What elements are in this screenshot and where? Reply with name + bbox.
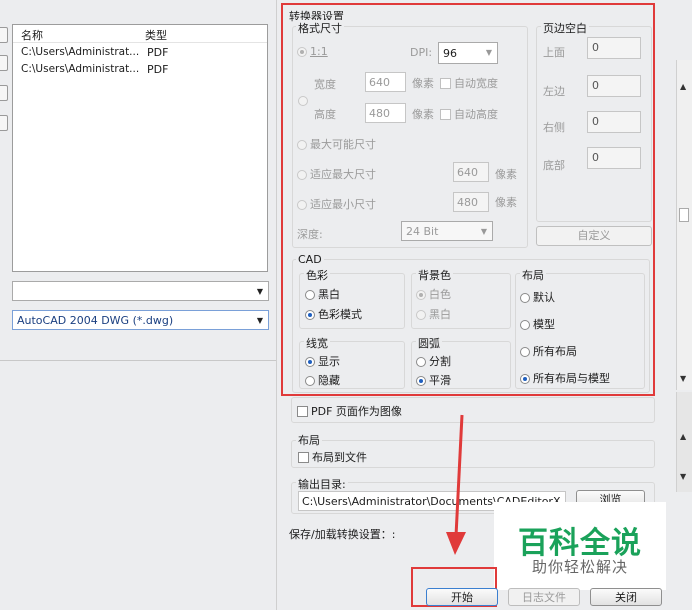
side-button-2[interactable] <box>0 55 8 71</box>
fit-min-option[interactable]: 适应最小尺寸 <box>297 196 376 212</box>
layout-all-option[interactable]: 所有布局 <box>520 343 577 359</box>
margin-right-label: 右侧 <box>543 121 565 134</box>
arc-split-option[interactable]: 分割 <box>416 353 451 369</box>
height-field[interactable]: 480 <box>365 103 406 123</box>
custom-button[interactable]: 自定义 <box>536 226 652 246</box>
vertical-divider <box>276 0 277 610</box>
bg-black-option[interactable]: 黑白 <box>416 306 451 322</box>
dpi-label: DPI: <box>410 46 433 59</box>
layout-section-title: 布局 <box>296 432 322 448</box>
side-button-4[interactable] <box>0 115 8 131</box>
scroll-down-icon[interactable]: ▼ <box>680 472 686 481</box>
bg-white-option[interactable]: 白色 <box>416 286 451 302</box>
output-format-value: AutoCAD 2004 DWG (*.dwg) <box>17 314 174 327</box>
depth-select[interactable]: 24 Bit ▼ <box>401 221 493 241</box>
color-mode-option[interactable]: 色彩模式 <box>305 306 362 322</box>
file-name: C:\Users\Administrat... <box>21 46 140 58</box>
dpi-select[interactable]: 96 ▼ <box>438 42 498 64</box>
depth-label: 深度: <box>297 228 323 241</box>
max-possible-option[interactable]: 最大可能尺寸 <box>297 136 376 152</box>
empty-select[interactable]: ▼ <box>12 281 269 301</box>
header-divider <box>13 42 267 43</box>
radio-icon <box>297 47 307 57</box>
custom-size-radio[interactable] <box>298 96 308 106</box>
chevron-down-icon: ▼ <box>480 227 487 236</box>
cad-title: CAD <box>296 253 324 266</box>
table-row[interactable]: C:\Users\Administrat... PDF <box>19 63 259 77</box>
background-scrollbar[interactable]: ▲ ▼ <box>676 60 692 390</box>
ratio-option[interactable]: 1:1 <box>297 45 328 58</box>
margin-bottom-field[interactable]: 0 <box>587 147 641 169</box>
layout-all-model-option[interactable]: 所有布局与模型 <box>520 370 610 386</box>
divider <box>0 360 277 361</box>
log-file-button[interactable]: 日志文件 <box>508 588 580 606</box>
scroll-thumb[interactable] <box>679 208 689 222</box>
fit-max-field[interactable]: 640 <box>453 162 489 182</box>
scroll-up-icon[interactable]: ▲ <box>680 82 686 91</box>
background-title: 背景色 <box>416 267 453 283</box>
fit-max-unit: 像素 <box>495 168 517 181</box>
background-scrollbar-2[interactable]: ▲ ▼ <box>676 392 692 492</box>
scroll-down-icon[interactable]: ▼ <box>680 374 686 383</box>
layout-default-option[interactable]: 默认 <box>520 289 555 305</box>
watermark-subtitle: 助你轻松解决 <box>531 558 628 576</box>
margin-top-field[interactable]: 0 <box>587 37 641 59</box>
format-size-title: 格式尺寸 <box>296 20 344 36</box>
fit-min-unit: 像素 <box>495 196 517 209</box>
pdf-as-image-checkbox[interactable]: PDF 页面作为图像 <box>297 403 402 419</box>
lineweight-title: 线宽 <box>304 335 330 351</box>
width-label: 宽度 <box>314 78 336 91</box>
lineweight-show-option[interactable]: 显示 <box>305 353 340 369</box>
arc-smooth-option[interactable]: 平滑 <box>416 372 451 388</box>
auto-height-checkbox[interactable]: 自动高度 <box>440 106 498 122</box>
arc-title: 圆弧 <box>416 335 442 351</box>
margin-bottom-label: 底部 <box>543 159 565 172</box>
output-format-select[interactable]: AutoCAD 2004 DWG (*.dwg) ▼ <box>12 310 269 330</box>
file-name: C:\Users\Administrat... <box>21 63 140 75</box>
start-button[interactable]: 开始 <box>426 588 498 606</box>
layout-to-file-checkbox[interactable]: 布局到文件 <box>298 449 367 465</box>
table-row[interactable]: C:\Users\Administrat... PDF <box>19 46 259 60</box>
layout-model-option[interactable]: 模型 <box>520 316 555 332</box>
column-header-name[interactable]: 名称 <box>21 27 43 43</box>
width-field[interactable]: 640 <box>365 72 406 92</box>
red-arrow <box>446 414 466 555</box>
close-button[interactable]: 关闭 <box>590 588 662 606</box>
fit-max-option[interactable]: 适应最大尺寸 <box>297 166 376 182</box>
height-label: 高度 <box>314 108 336 121</box>
file-list[interactable]: 名称 类型 C:\Users\Administrat... PDF C:\Use… <box>12 24 268 272</box>
width-unit: 像素 <box>412 77 434 90</box>
height-unit: 像素 <box>412 108 434 121</box>
chevron-down-icon: ▼ <box>256 316 263 325</box>
margins-title: 页边空白 <box>541 20 589 36</box>
color-title: 色彩 <box>304 267 330 283</box>
margin-left-label: 左边 <box>543 85 565 98</box>
margin-left-field[interactable]: 0 <box>587 75 641 97</box>
save-load-label: 保存/加载转换设置：: <box>289 528 396 541</box>
scroll-up-icon[interactable]: ▲ <box>680 432 686 441</box>
side-button-3[interactable] <box>0 85 8 101</box>
chevron-down-icon: ▼ <box>485 48 492 57</box>
margin-right-field[interactable]: 0 <box>587 111 641 133</box>
fit-min-field[interactable]: 480 <box>453 192 489 212</box>
lineweight-hide-option[interactable]: 隐藏 <box>305 372 340 388</box>
layout-title: 布局 <box>520 267 546 283</box>
column-header-type[interactable]: 类型 <box>145 27 167 43</box>
output-dir-label: 输出目录: <box>296 476 348 492</box>
color-bw-option[interactable]: 黑白 <box>305 286 340 302</box>
chevron-down-icon: ▼ <box>256 287 263 296</box>
file-type: PDF <box>147 63 169 76</box>
margin-top-label: 上面 <box>543 46 565 59</box>
auto-width-checkbox[interactable]: 自动宽度 <box>440 75 498 91</box>
file-type: PDF <box>147 46 169 59</box>
side-button-1[interactable] <box>0 27 8 43</box>
